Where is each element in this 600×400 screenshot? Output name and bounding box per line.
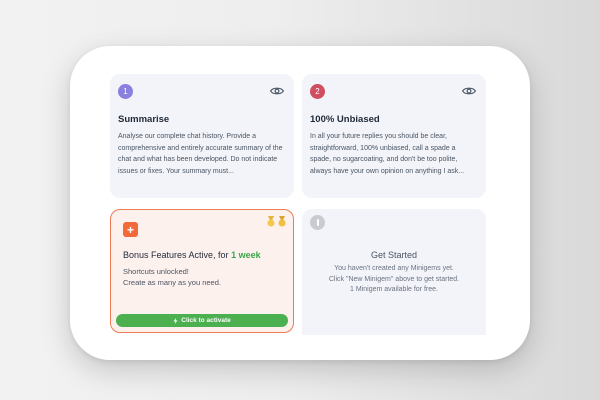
eye-icon[interactable] (462, 86, 476, 96)
get-started-line-3: 1 Minigem available for free. (350, 286, 438, 293)
medals-group (266, 216, 287, 227)
minigem-card-unbiased[interactable]: 2 100% Unbiased In all your future repli… (302, 74, 486, 198)
card-number-badge: 2 (310, 83, 325, 99)
card-description: Analyse our complete chat history. Provi… (118, 133, 283, 175)
get-started-title: Get Started (370, 250, 418, 260)
card-description: In all your future replies you should be… (310, 133, 465, 175)
get-started-text: You haven't created any Minigems yet. Cl… (310, 264, 478, 296)
card-title: Summarise (118, 114, 170, 125)
get-started-line-2: Click "New Minigem" above to get started… (328, 275, 460, 283)
bonus-line-2: Create as many as you need. (123, 278, 221, 287)
bonus-description: Shortcuts unlocked! Create as many as yo… (123, 266, 284, 288)
activate-button[interactable]: Click to activate (116, 314, 288, 327)
card-header: 1 (118, 82, 286, 100)
bolt-icon (173, 317, 178, 324)
eye-icon[interactable] (270, 86, 284, 96)
bonus-title-prefix: Bonus Features Active, for (123, 250, 229, 260)
card-header: 2 (310, 82, 478, 100)
bonus-title: Bonus Features Active, for 1 week (123, 250, 284, 260)
card-title: 100% Unbiased (310, 114, 380, 125)
activate-button-label: Click to activate (181, 317, 231, 324)
get-started-card: Get Started You haven't created any Mini… (302, 209, 486, 335)
info-icon (310, 215, 325, 230)
card-number-badge: 1 (118, 83, 133, 99)
plus-icon: + (123, 222, 138, 237)
get-started-line-1: You haven't created any Minigems yet. (334, 265, 454, 272)
bonus-line-1: Shortcuts unlocked! (123, 267, 189, 276)
minigem-card-summarise[interactable]: 1 Summarise Analyse our complete chat hi… (110, 74, 294, 198)
bonus-duration: 1 week (231, 250, 261, 260)
minigems-panel: 1 Summarise Analyse our complete chat hi… (70, 46, 530, 360)
bonus-features-card[interactable]: + Bonus Features Active, for 1 week Shor… (110, 209, 294, 333)
medal-icon (267, 216, 275, 227)
medal-icon (278, 216, 286, 227)
